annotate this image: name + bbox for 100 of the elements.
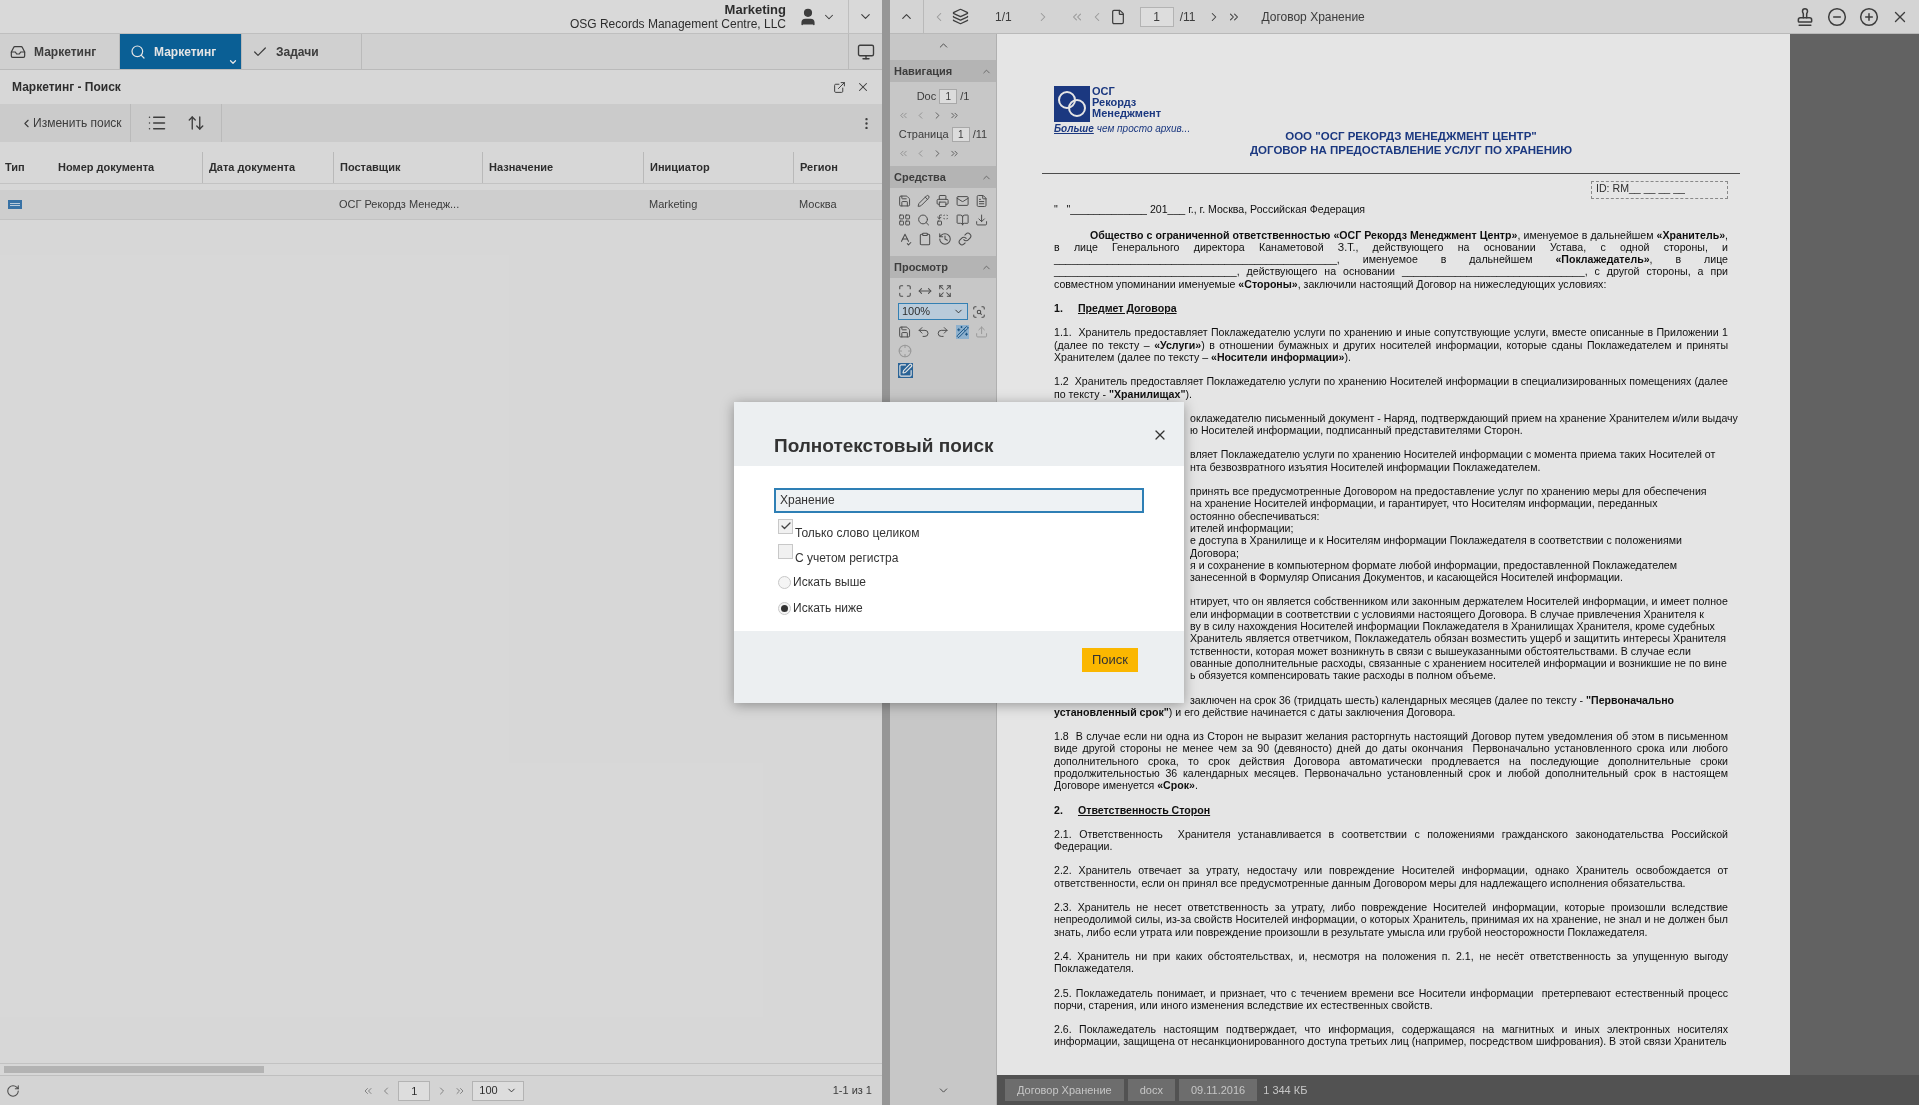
document-paragraph: 2.6. Поклажедатель настоящим подтверждает, что информация, содержащаяся на магнитных и иных электронных носителях информации, защищена от несанкционированного доступа третьих лиц (например, посредством шифрования). В этой связи Хранитель <box>1054 1023 1728 1048</box>
page-total: /11 <box>1179 8 1196 26</box>
user-icon[interactable] <box>798 6 818 27</box>
page-field[interactable]: 1 <box>951 126 970 142</box>
close-icon[interactable] <box>856 80 870 94</box>
document-paragraph: 1.1. Хранитель предоставляет Поклажедателю услуги по хранению и иные сопутствующие услуги, вместе описанные в Приложении 1 (далее по тексту – «Услуги») в отношении бумажных и других носителей информации, которые сданы Поклажедателем и приняты Хранителем (далее по тексту – «Носители информации»). <box>1054 326 1728 364</box>
column-header[interactable]: Поставщик <box>340 159 401 176</box>
rotate-left-icon[interactable] <box>917 325 931 339</box>
document-text: нтирует, что он является собственником или законным держателем Носителей информации, и имеет полное <box>1190 595 1728 608</box>
clipboard-icon[interactable] <box>918 232 932 246</box>
document-text: ованные дополнительные расходы, связанные с хранением носителей информации и возникшие не по вине <box>1190 656 1727 670</box>
checkbox[interactable] <box>778 543 793 559</box>
user-name: Marketing <box>724 2 786 17</box>
layers-icon[interactable] <box>952 8 969 25</box>
page-field[interactable]: 1 <box>398 1080 431 1101</box>
column-header[interactable]: Регион <box>800 159 838 176</box>
document-text: установленный срок") и его действие начинается с даты заключения Договора. <box>1054 705 1456 719</box>
tab[interactable]: Задачи <box>242 34 362 69</box>
document-title: ООО "ОСГ РЕКОРДЗ МЕНЕДЖМЕНТ ЦЕНТР" <box>1285 129 1537 144</box>
result-count: 1-1 из 1 <box>831 1083 873 1099</box>
document-text: " "_____________ 201___ г., г. Москва, Российская Федерация <box>1054 203 1367 216</box>
popout-icon[interactable] <box>833 80 846 94</box>
document-text: оклажедателю письменный документ - Наряд, подтверждающий прием на хранение Хранителем и/или выдачу <box>1190 411 1738 425</box>
page-icon[interactable] <box>1109 8 1126 25</box>
radio-button[interactable] <box>778 601 791 615</box>
tab[interactable]: Маркетинг <box>120 34 242 69</box>
zoom-in-icon[interactable] <box>1859 6 1879 27</box>
refresh-icon[interactable] <box>6 1083 20 1098</box>
document-text: е доступа в Хранилище и к Носителям информации Поклажедателя в соответствии с положениями <box>1190 534 1682 547</box>
page-label: Страница <box>898 126 949 142</box>
spellcheck-icon[interactable] <box>898 232 912 246</box>
zoom-out-icon[interactable] <box>1827 6 1847 27</box>
print-icon[interactable] <box>936 194 950 208</box>
caret-icon[interactable] <box>228 57 238 67</box>
expand-icon[interactable] <box>938 284 952 298</box>
document-text: ели информации в соответствии с условиями настоящего Договора. В случае привлечения Хранителя к <box>1190 607 1704 620</box>
panel-title: Маркетинг - Поиск <box>12 79 121 96</box>
search-field[interactable]: Хранение <box>774 487 1144 513</box>
radio-label[interactable]: Искать ниже <box>793 599 863 617</box>
replace-icon[interactable] <box>936 213 950 227</box>
save-icon[interactable] <box>898 194 912 208</box>
history-icon[interactable] <box>938 232 952 246</box>
column-header[interactable]: Дата документа <box>209 159 296 176</box>
search-button[interactable]: Поиск <box>1081 647 1138 672</box>
grid-icon[interactable] <box>898 213 912 227</box>
page-total: /11 <box>972 126 988 142</box>
link-icon[interactable] <box>958 232 972 246</box>
document-text: ь обязуется компенсировать такие расходы в полном объеме. <box>1190 669 1496 682</box>
document-title: Договор Хранение <box>1261 8 1365 26</box>
logo-text: Рекордз <box>1092 97 1137 108</box>
section-number: 2. <box>1054 803 1064 816</box>
page-field[interactable]: 1 <box>1139 6 1174 27</box>
column-header[interactable]: Инициатор <box>650 159 710 176</box>
save-icon[interactable] <box>898 325 912 339</box>
status-chip: docx <box>1127 1079 1175 1101</box>
mail-icon[interactable] <box>955 194 969 208</box>
column-header[interactable]: Назначение <box>489 159 554 176</box>
section-heading: Ответственность Сторон <box>1078 803 1211 816</box>
table-cell-text: Москва <box>799 197 837 213</box>
book-icon[interactable] <box>955 213 969 227</box>
download-icon[interactable] <box>974 213 988 227</box>
zoom-area-icon[interactable] <box>972 304 986 319</box>
radio-label[interactable]: Искать выше <box>793 573 866 591</box>
doc-field[interactable]: 1 <box>939 88 958 104</box>
checkbox-label[interactable]: С учетом регистра <box>795 548 899 567</box>
search-icon[interactable] <box>917 213 931 227</box>
checkbox-label[interactable]: Только слово целиком <box>795 523 920 542</box>
table-cell-text: ОСГ Рекордз Менедж... <box>339 197 460 213</box>
window-icon[interactable] <box>856 42 875 61</box>
page-total: /1 <box>960 88 970 104</box>
list-icon[interactable] <box>146 113 167 133</box>
document-text: нта безвозвратного изъятия Носителей информации Поклажедателем. <box>1190 460 1541 474</box>
search-icon <box>130 43 146 60</box>
column-header[interactable]: Тип <box>5 159 25 176</box>
tagline-lead: Больше <box>1054 123 1094 136</box>
column-header[interactable]: Номер документа <box>58 159 155 176</box>
pencil-icon[interactable] <box>917 194 931 208</box>
edit-icon[interactable] <box>898 363 913 378</box>
sort-icon[interactable] <box>186 114 205 132</box>
section-title: Средства <box>894 169 946 185</box>
zoom-select[interactable]: 100% <box>898 303 968 320</box>
inbox-icon <box>10 43 26 60</box>
document-text: занесенной в Формуляр Описания Документов, и касающейся Носителей информации. <box>1190 571 1623 584</box>
checkbox[interactable] <box>778 518 793 534</box>
document-text: тственности, которая может возникнуть в связи с вышеуказанными обстоятельствами. В случае если <box>1190 644 1691 657</box>
radio-button[interactable] <box>778 575 791 589</box>
document-text: Договора; <box>1190 546 1239 559</box>
scrollbar-thumb[interactable] <box>4 1066 264 1073</box>
document-paragraph: 2.2. Хранитель отвечает за утрату, недостачу или повреждение Носителей информации, однако Хранитель освобождается от ответственности, если он принял все предусмотренные данным Договором меры для надлежащего исполнения обязательства. <box>1054 864 1728 890</box>
document-text: ю Носителей информации, подписанный представителями Сторон. <box>1190 424 1523 437</box>
page-size-select[interactable]: 100 <box>472 1080 524 1101</box>
document-text: вляет Поклажедателю услуги по хранению Носителей информации с момента приема таких Носителей от <box>1190 448 1716 461</box>
rotate-right-icon[interactable] <box>936 325 950 339</box>
wand-icon[interactable] <box>955 325 969 339</box>
document-info-icon[interactable] <box>974 194 988 208</box>
back-button[interactable]: Изменить поиск <box>0 104 131 142</box>
status-chip: 09.11.2016 <box>1178 1079 1258 1101</box>
document-paragraph: 2.3. Хранитель не несет ответственность за утрату, либо повреждение Носителей информации, которые произошли вследствие непреодолимой силы, из-за свойств Носителей информации, о которых Хранитель, принимая их на хранение, не знал и не должен был знать, либо если утрата или повреждение произошли в результате умысла или грубой неосторожности Поклажедателя. <box>1054 901 1728 938</box>
stamp-icon[interactable] <box>1795 6 1815 27</box>
fit-page-icon[interactable] <box>898 284 912 298</box>
